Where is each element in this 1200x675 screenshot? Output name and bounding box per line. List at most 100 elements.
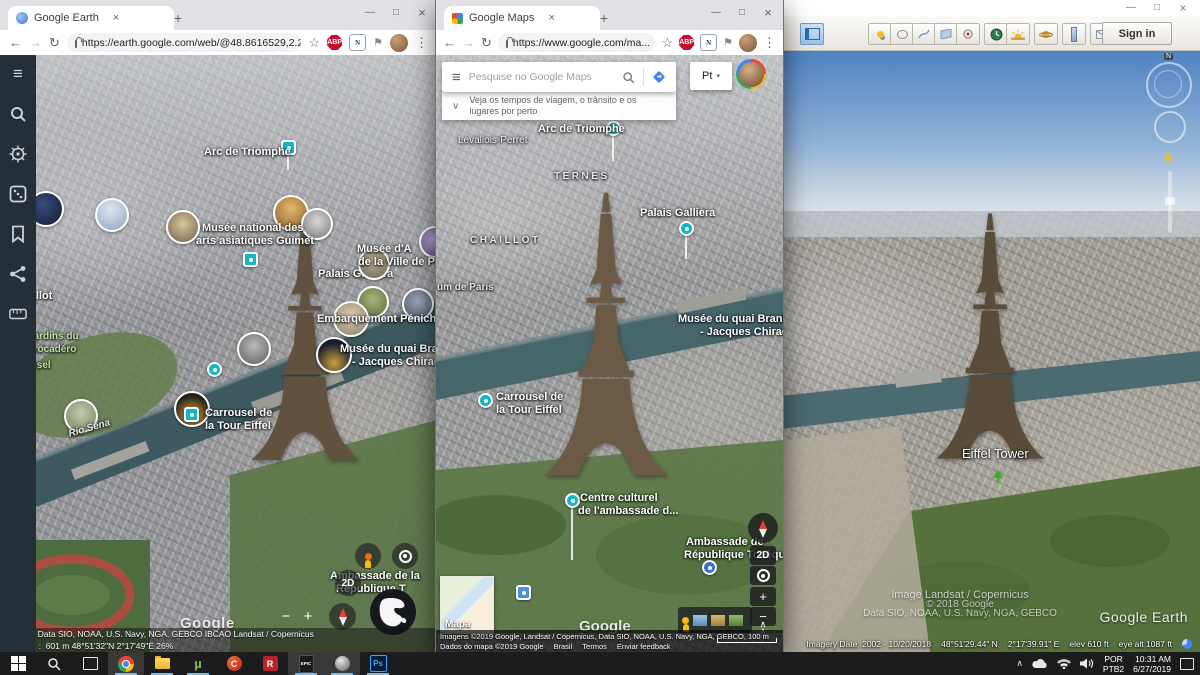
earth-pro-canvas[interactable]: Eiffel Tower N Image Landsat / Copernicu… (780, 51, 1200, 652)
new-tab-button[interactable]: + (594, 8, 614, 28)
tray-expand-chevron[interactable]: ∧ (1016, 658, 1023, 669)
taskbar-chrome[interactable] (108, 652, 144, 675)
minimap[interactable]: Mapa (440, 576, 494, 634)
n-extension-icon[interactable]: N (700, 34, 718, 51)
place-label[interactable]: Musée national des (202, 222, 303, 234)
place-label[interactable]: - Jacques Chirac (352, 356, 437, 368)
camera-pin[interactable] (243, 252, 258, 267)
close-button[interactable]: × (1170, 0, 1196, 15)
back-icon[interactable]: ← (9, 36, 22, 49)
sidebar-toggle-button[interactable] (800, 23, 824, 45)
task-view-button[interactable] (72, 652, 108, 675)
browser-menu-icon[interactable]: ⋮ (415, 36, 428, 49)
placemark-tool-button[interactable] (868, 23, 892, 45)
feedback-link[interactable]: Enviar feedback (617, 642, 671, 651)
close-button[interactable]: × (755, 2, 781, 22)
planets-button[interactable] (1034, 23, 1058, 45)
chevron-down-icon[interactable]: ∨ (452, 101, 459, 112)
photo-marker[interactable] (166, 210, 200, 244)
map-pin[interactable] (478, 393, 493, 408)
zoom-in-button[interactable]: + (298, 606, 318, 626)
forward-icon[interactable]: → (29, 36, 42, 49)
address-bar[interactable]: https://www.google.com/ma... (497, 33, 656, 52)
place-label[interactable]: Palais Galliera (640, 207, 715, 219)
language-indicator[interactable]: POR PTB2 (1103, 654, 1124, 674)
n-extension-icon[interactable]: N (349, 34, 367, 51)
feeling-lucky-dice-icon[interactable] (9, 185, 27, 203)
projects-bookmark-icon[interactable] (9, 225, 27, 243)
reload-icon[interactable]: ↻ (481, 36, 492, 49)
new-tab-button[interactable]: + (168, 8, 188, 28)
path-tool-button[interactable] (912, 23, 936, 45)
wifi-icon[interactable] (1056, 658, 1071, 669)
metro-pin[interactable] (702, 560, 717, 575)
taskbar-epic-games[interactable]: EPIC (288, 652, 324, 675)
photo-marker[interactable] (95, 198, 129, 232)
place-label[interactable]: Carrousel de (205, 407, 272, 419)
maximize-button[interactable]: □ (1144, 0, 1170, 15)
place-label[interactable]: Centre culturel (580, 492, 658, 504)
compass-button[interactable] (329, 603, 356, 630)
ruler-tool-button[interactable] (1062, 23, 1086, 45)
place-label[interactable]: la Tour Eiffel (205, 420, 271, 432)
sign-in-button[interactable]: Sign in (1102, 22, 1172, 45)
place-label[interactable]: arts asiatiques Guimet (196, 235, 314, 247)
photo-marker[interactable] (237, 332, 271, 366)
lodging-pin[interactable] (516, 585, 531, 600)
start-button[interactable] (0, 652, 36, 675)
tab-google-earth[interactable]: Google Earth × (8, 6, 174, 30)
record-tour-button[interactable] (956, 23, 980, 45)
country-link[interactable]: Brasil (554, 642, 573, 651)
historical-imagery-button[interactable] (984, 23, 1008, 45)
place-label[interactable]: de la Ville de Par (358, 256, 437, 268)
browser-menu-icon[interactable]: ⋮ (763, 36, 776, 49)
search-card[interactable]: ≡ Pesquise no Google Maps (442, 62, 676, 92)
move-joystick[interactable] (1154, 111, 1186, 143)
my-location-button[interactable] (750, 566, 776, 585)
adblock-extension-icon[interactable]: ABP (327, 35, 343, 50)
share-icon[interactable] (9, 265, 27, 283)
maps-canvas[interactable]: Levallois-Perret Arc de Triomphe TERNES … (436, 55, 783, 652)
taskbar-google-earth[interactable] (324, 652, 360, 675)
volume-icon[interactable] (1079, 658, 1094, 669)
tab-google-maps[interactable]: Google Maps × (444, 6, 600, 30)
place-label[interactable]: Carrousel de (496, 391, 563, 403)
maximize-button[interactable]: □ (383, 2, 409, 22)
forward-icon[interactable]: → (462, 36, 475, 49)
adblock-extension-icon[interactable]: ABP 2 (679, 35, 695, 50)
place-label[interactable]: de l'ambassade d... (578, 505, 678, 517)
minimize-button[interactable]: — (703, 2, 729, 22)
zoom-slider[interactable] (1165, 171, 1175, 233)
account-avatar[interactable] (736, 59, 766, 89)
maximize-button[interactable]: □ (729, 2, 755, 22)
place-label[interactable]: um de Paris (437, 282, 494, 293)
voyager-wheel-icon[interactable] (9, 145, 27, 163)
compass-button[interactable] (748, 513, 778, 543)
back-icon[interactable]: ← (443, 36, 456, 49)
imagery-thumb[interactable] (693, 614, 707, 626)
map-pin[interactable] (679, 221, 694, 236)
place-label[interactable]: Eiffel Tower (962, 446, 1029, 461)
flag-extension-icon[interactable]: ⚑ (373, 36, 383, 49)
place-label[interactable]: - Jacques Chirac (700, 326, 783, 338)
image-overlay-button[interactable] (934, 23, 958, 45)
search-icon[interactable] (622, 71, 635, 84)
map-data-link[interactable]: Dados do mapa ©2019 Google (440, 642, 544, 651)
my-location-button[interactable] (392, 543, 418, 569)
profile-avatar[interactable] (739, 33, 757, 52)
place-label[interactable]: Embarquement Péniche (317, 313, 437, 325)
close-button[interactable]: × (409, 2, 435, 22)
tab-close-icon[interactable]: × (548, 12, 554, 24)
camera-pin[interactable] (184, 407, 199, 422)
suggestion-card[interactable]: ∨ Veja os tempos de viagem, o trânsito e… (442, 92, 676, 120)
taskbar-search-button[interactable] (36, 652, 72, 675)
reload-icon[interactable]: ↻ (49, 36, 60, 49)
place-label[interactable]: la Tour Eiffel (496, 404, 562, 416)
directions-icon[interactable] (652, 70, 666, 84)
address-bar[interactable]: https://earth.google.com/web/@48.8616529… (66, 33, 302, 52)
tab-close-icon[interactable]: × (113, 12, 119, 24)
taskbar-photoshop[interactable]: Ps (360, 652, 396, 675)
onedrive-cloud-icon[interactable] (1032, 658, 1048, 669)
zoom-out-button[interactable]: − (276, 606, 296, 626)
terms-link[interactable]: Termos (582, 642, 607, 651)
